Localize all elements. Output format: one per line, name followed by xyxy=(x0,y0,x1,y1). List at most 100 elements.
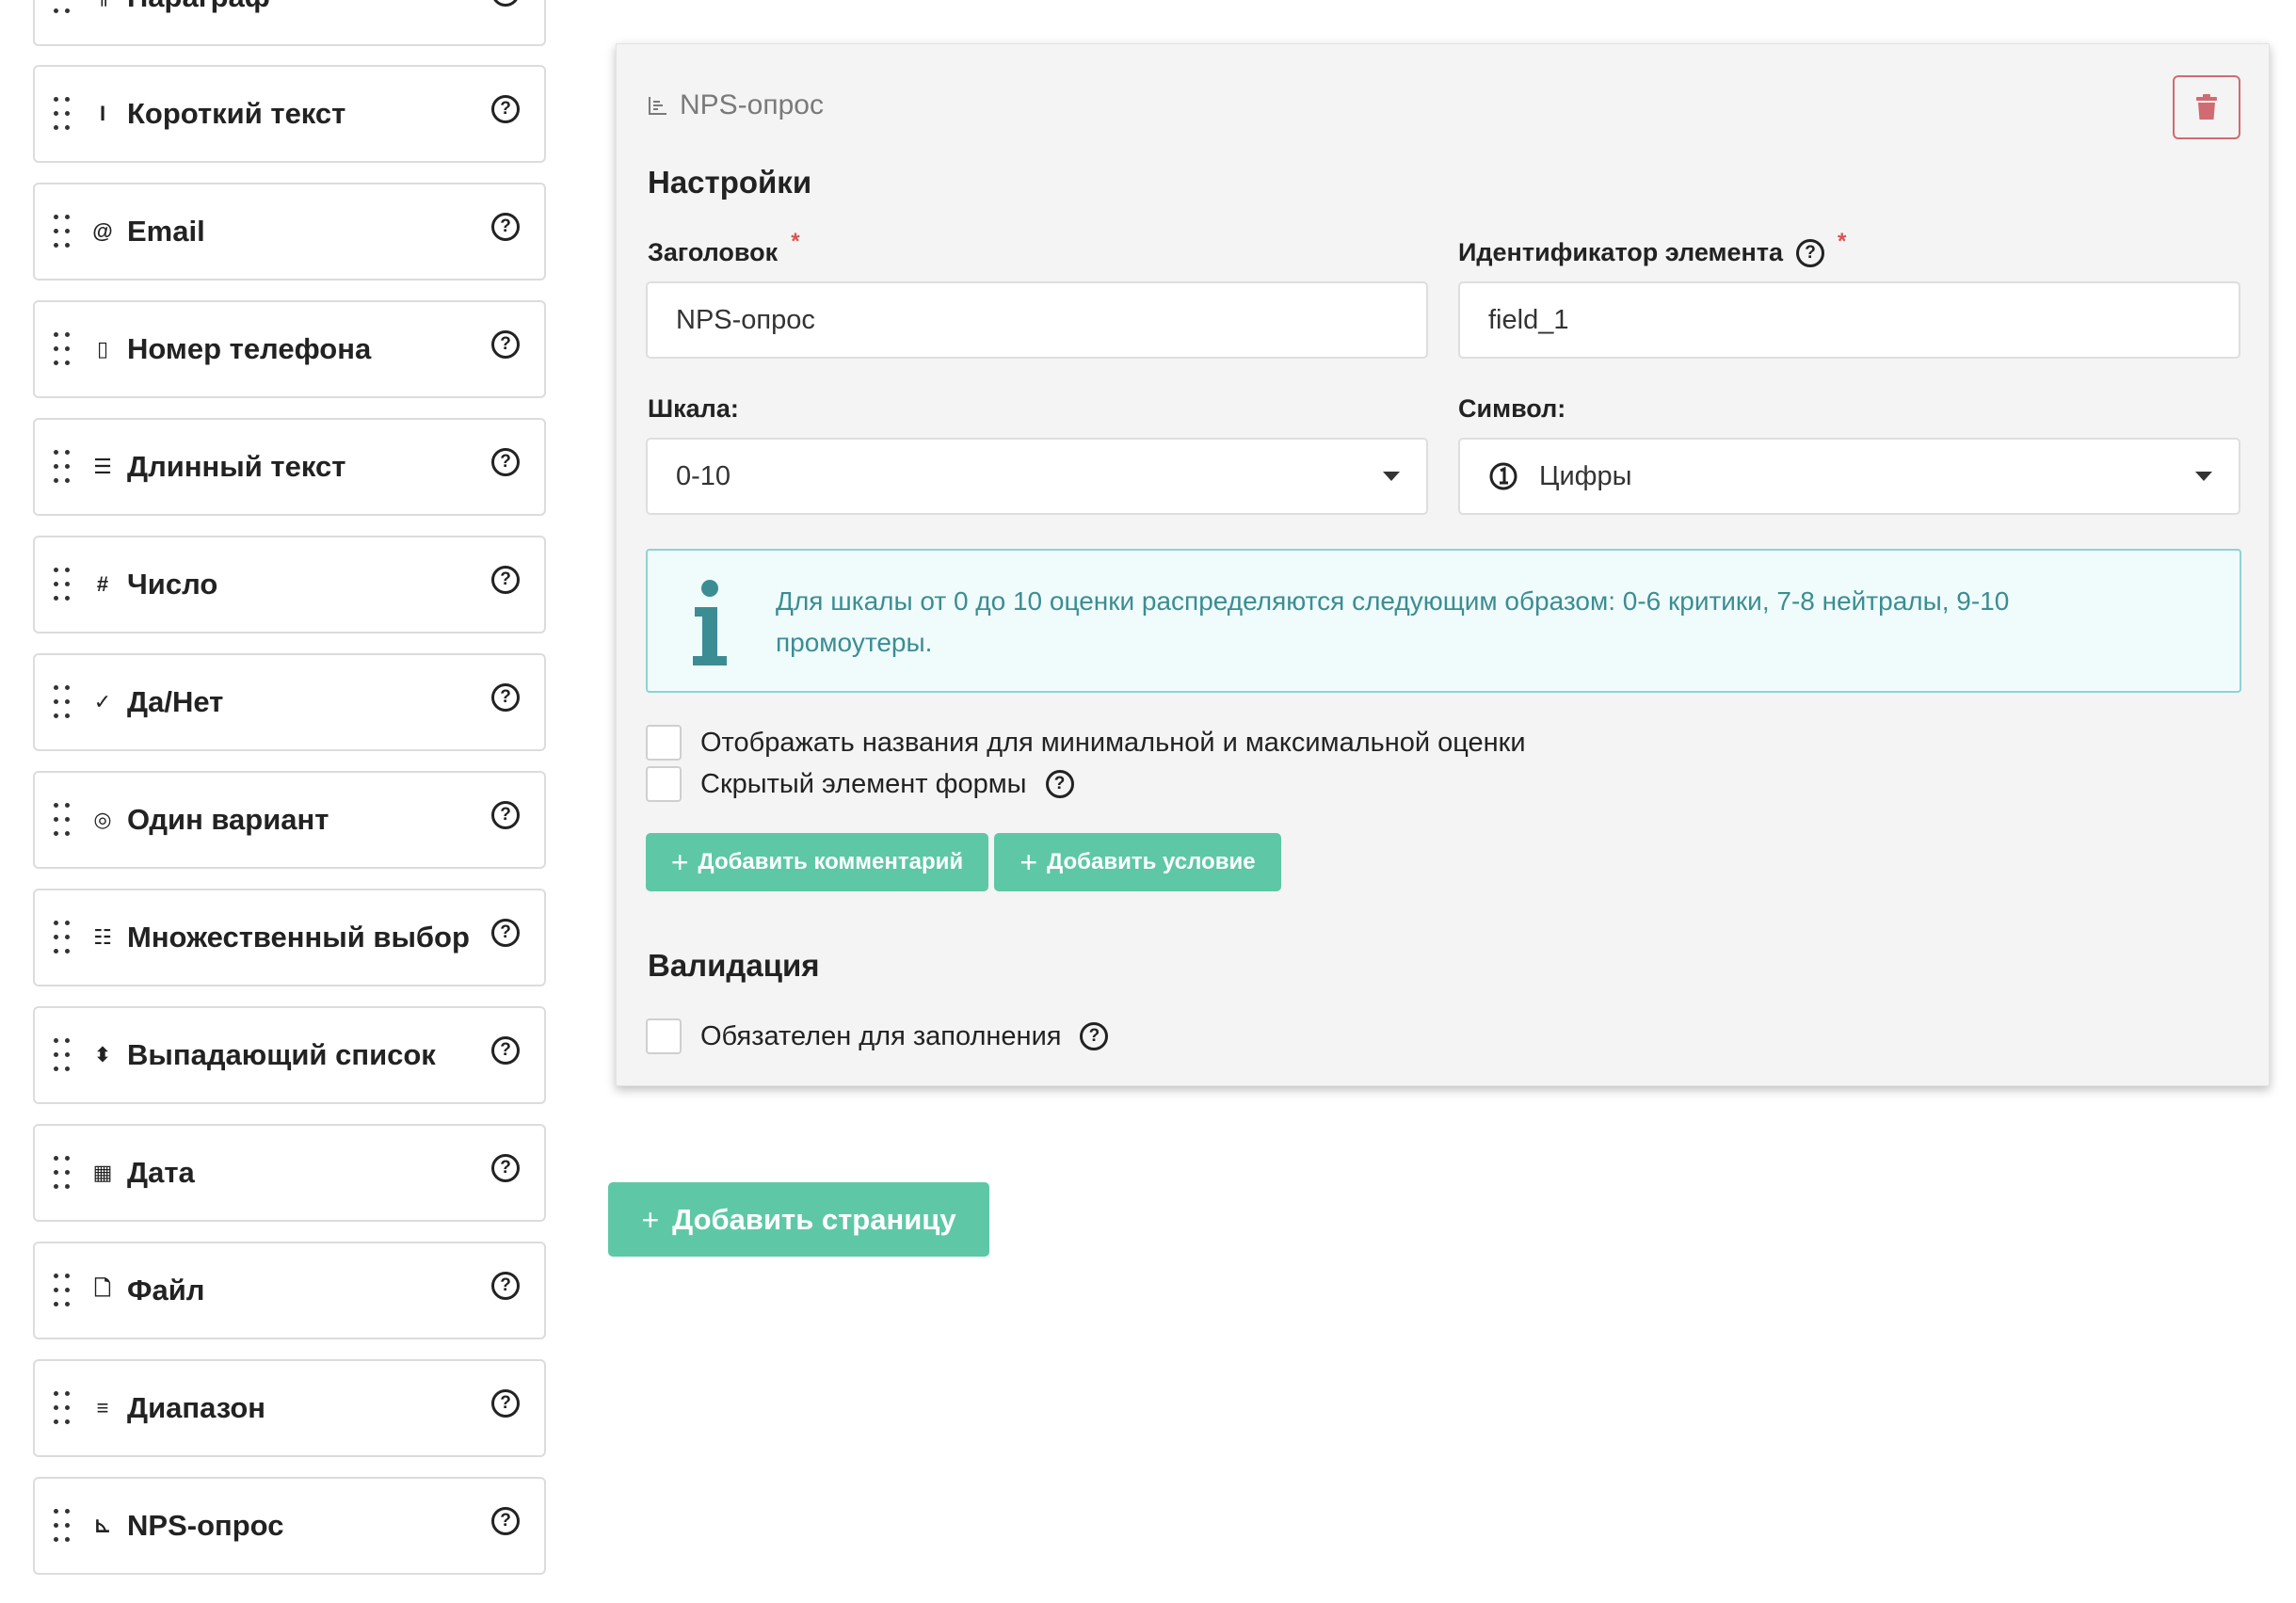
help-icon[interactable]: ? xyxy=(491,95,520,123)
calendar-icon: ▦ xyxy=(92,1161,113,1184)
info-text: Для шкалы от 0 до 10 оценки распределяют… xyxy=(776,586,2010,657)
file-icon: 🗋 xyxy=(94,1276,111,1300)
drag-handle-icon[interactable] xyxy=(54,1156,71,1190)
show-min-max-labels-label: Отображать названия для минимальной и ма… xyxy=(700,727,1526,758)
palette-item-label: Диапазон xyxy=(127,1391,266,1424)
required-label: Обязателен для заполнения xyxy=(700,1020,1062,1051)
drag-handle-icon[interactable] xyxy=(54,803,71,837)
drag-handle-icon[interactable] xyxy=(54,921,71,954)
palette-item-dropdown[interactable]: ⬍ Выпадающий список ? xyxy=(33,1006,546,1104)
scale-select[interactable]: 0-10 xyxy=(646,438,1428,515)
trash-icon xyxy=(2196,94,2217,120)
help-icon[interactable]: ? xyxy=(491,919,520,947)
palette-item-short-text[interactable]: I Короткий текст ? xyxy=(33,65,546,163)
chevron-down-icon xyxy=(1383,472,1400,481)
settings-heading: Настройки xyxy=(648,165,812,200)
help-icon[interactable]: ? xyxy=(491,566,520,594)
palette-item-file[interactable]: 🗋 Файл ? xyxy=(33,1242,546,1339)
palette-item-number[interactable]: # Число ? xyxy=(33,536,546,633)
help-icon[interactable]: ? xyxy=(491,1507,520,1535)
help-icon[interactable]: ? xyxy=(1045,770,1074,798)
drag-handle-icon[interactable] xyxy=(54,1509,71,1543)
help-icon[interactable]: ? xyxy=(1080,1022,1109,1050)
palette-item-label: Короткий текст xyxy=(127,97,346,130)
title-input-value: NPS-опрос xyxy=(676,304,815,335)
required-mark: * xyxy=(1838,228,1847,254)
palette-item-label: Число xyxy=(127,568,218,601)
element-id-input[interactable]: field_1 xyxy=(1458,281,2240,359)
palette-item-long-text[interactable]: ☰ Длинный текст ? xyxy=(33,418,546,516)
drag-handle-icon[interactable] xyxy=(54,450,71,484)
title-input[interactable]: NPS-опрос xyxy=(646,281,1428,359)
symbol-select[interactable]: Цифры xyxy=(1458,438,2240,515)
paragraph-icon: ¶ xyxy=(91,0,114,8)
palette-item-label: Файл xyxy=(127,1274,205,1306)
drag-handle-icon[interactable] xyxy=(54,1038,71,1072)
required-mark: * xyxy=(791,228,800,254)
drag-handle-icon[interactable] xyxy=(54,332,71,366)
palette-item-label: NPS-опрос xyxy=(127,1509,284,1542)
add-comment-label: Добавить комментарий xyxy=(698,849,964,874)
palette-item-label: Email xyxy=(127,215,205,248)
palette-item-paragraph[interactable]: ¶ Параграф ? xyxy=(33,0,546,46)
required-option[interactable]: Обязателен для заполнения ? xyxy=(646,1018,1109,1054)
help-icon[interactable]: ? xyxy=(491,683,520,712)
sliders-icon: ≡ xyxy=(96,1396,109,1419)
palette-item-label: Выпадающий список xyxy=(127,1038,436,1071)
show-min-max-labels-option[interactable]: Отображать названия для минимальной и ма… xyxy=(646,725,1526,761)
drag-handle-icon[interactable] xyxy=(54,685,71,719)
plus-icon: + xyxy=(670,845,689,879)
help-icon[interactable]: ? xyxy=(491,1154,520,1182)
element-title: NPS-опрос xyxy=(648,89,824,121)
drag-handle-icon[interactable] xyxy=(54,97,71,131)
symbol-select-value: Цифры xyxy=(1539,460,1632,491)
validation-heading: Валидация xyxy=(648,948,820,983)
checkmark-icon: ✓ xyxy=(93,690,112,713)
add-condition-button[interactable]: + Добавить условие xyxy=(994,833,1281,891)
palette-item-range[interactable]: ≡ Диапазон ? xyxy=(33,1359,546,1457)
hidden-element-checkbox[interactable] xyxy=(646,766,682,802)
help-icon[interactable]: ? xyxy=(491,0,520,7)
text-cursor-icon: I xyxy=(99,102,106,125)
palette-item-label: Длинный текст xyxy=(127,450,346,483)
hidden-element-option[interactable]: Скрытый элемент формы ? xyxy=(646,766,1074,802)
palette-item-nps[interactable]: ⊾ NPS-опрос ? xyxy=(33,1477,546,1575)
scale-field-label: Шкала: xyxy=(648,394,739,423)
number-circle-icon xyxy=(1489,462,1517,490)
palette-item-label: Номер телефона xyxy=(127,332,372,365)
plus-icon: + xyxy=(1020,845,1038,879)
symbol-field-label: Символ: xyxy=(1458,394,1566,423)
drag-handle-icon[interactable] xyxy=(54,568,71,601)
add-comment-button[interactable]: + Добавить комментарий xyxy=(646,833,988,891)
element-id-value: field_1 xyxy=(1488,304,1569,335)
help-icon[interactable]: ? xyxy=(491,801,520,829)
help-icon[interactable]: ? xyxy=(1796,238,1825,267)
text-lines-icon: ☰ xyxy=(93,455,112,478)
show-min-max-labels-checkbox[interactable] xyxy=(646,725,682,761)
palette-item-date[interactable]: ▦ Дата ? xyxy=(33,1124,546,1222)
drag-handle-icon[interactable] xyxy=(54,0,71,14)
required-checkbox[interactable] xyxy=(646,1018,682,1054)
id-field-label: Идентификатор элемента ? * xyxy=(1458,229,1846,267)
drag-handle-icon[interactable] xyxy=(54,1391,71,1425)
palette-item-label: Параграф xyxy=(127,0,270,14)
drag-handle-icon[interactable] xyxy=(54,1274,71,1307)
palette-item-yes-no[interactable]: ✓ Да/Нет ? xyxy=(33,653,546,751)
help-icon[interactable]: ? xyxy=(491,1389,520,1418)
add-page-button[interactable]: + Добавить страницу xyxy=(608,1182,989,1257)
palette-item-phone[interactable]: ▯ Номер телефона ? xyxy=(33,300,546,398)
palette-item-multiple-choice[interactable]: ☷ Множественный выбор ? xyxy=(33,889,546,986)
palette-item-single-choice[interactable]: ◎ Один вариант ? xyxy=(33,771,546,869)
element-title-text: NPS-опрос xyxy=(680,89,824,120)
mobile-phone-icon: ▯ xyxy=(96,337,109,361)
help-icon[interactable]: ? xyxy=(491,213,520,241)
help-icon[interactable]: ? xyxy=(491,1036,520,1065)
help-icon[interactable]: ? xyxy=(491,1272,520,1300)
delete-element-button[interactable] xyxy=(2173,75,2240,139)
help-icon[interactable]: ? xyxy=(491,330,520,359)
hidden-element-label: Скрытый элемент формы xyxy=(700,768,1027,799)
id-label-text: Идентификатор элемента xyxy=(1458,238,1784,266)
help-icon[interactable]: ? xyxy=(491,448,520,476)
drag-handle-icon[interactable] xyxy=(54,215,71,248)
palette-item-email[interactable]: @ Email ? xyxy=(33,183,546,281)
